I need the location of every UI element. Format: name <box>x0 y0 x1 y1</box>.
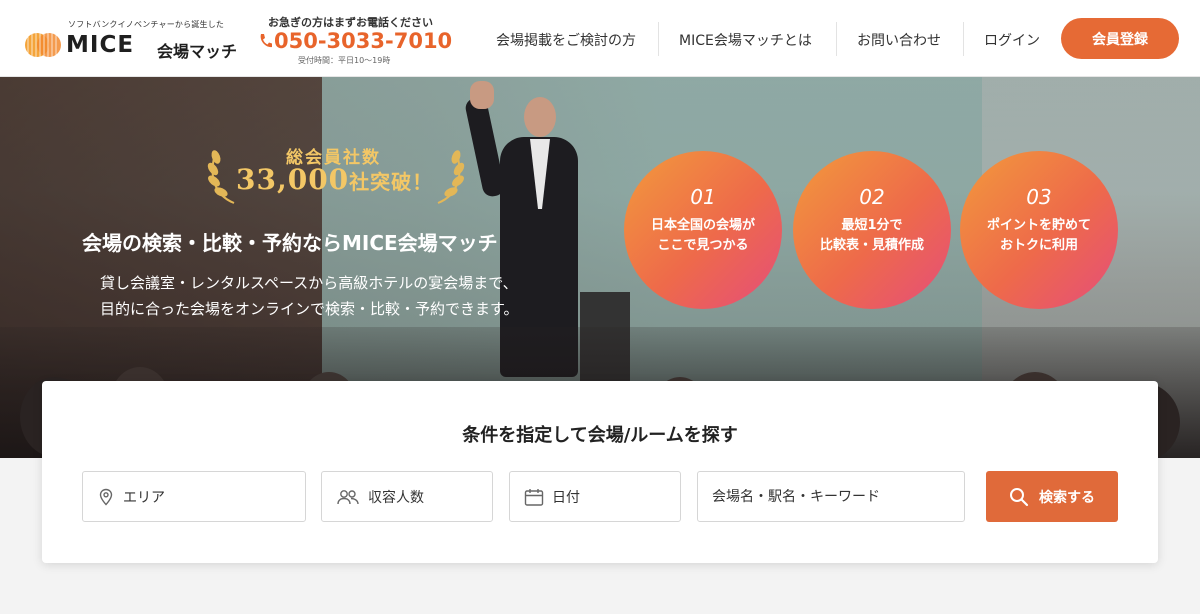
award-count: 33,000社突破！ <box>236 163 433 196</box>
nav-divider <box>836 22 837 56</box>
search-button-label: 検索する <box>1039 489 1095 506</box>
phone-icon <box>260 34 272 48</box>
feature-text-line: 日本全国の会場が <box>650 218 755 233</box>
nav-divider <box>963 22 964 56</box>
feature-number: 01 <box>690 185 716 209</box>
feature-text-line: おトクに利用 <box>999 238 1078 253</box>
logo-icon[interactable] <box>24 32 64 58</box>
phone-hours: 受付時間：平日10〜19時 <box>298 56 391 65</box>
people-icon <box>337 489 359 504</box>
search-button[interactable]: 検索する <box>986 471 1118 522</box>
feature-number: 02 <box>859 185 885 209</box>
feature-text-line: 比較表・見積作成 <box>819 238 924 253</box>
area-select-label: エリア <box>123 489 165 506</box>
date-picker-label: 日付 <box>552 489 580 506</box>
feature-text-line: 最短1分で <box>841 218 903 233</box>
capacity-select-label: 収容人数 <box>368 489 424 506</box>
award-count-number: 33,000 <box>236 163 350 196</box>
feature-number: 03 <box>1026 185 1052 209</box>
phone-number-text[interactable]: 050-3033-7010 <box>274 29 452 53</box>
nav-contact[interactable]: お問い合わせ <box>857 30 941 50</box>
map-pin-icon <box>99 488 113 506</box>
logo-tagline: ソフトバンクイノベンチャーから誕生した <box>68 20 225 29</box>
feature-text-line: ここで見つかる <box>657 238 749 253</box>
feature-circle-2: 02 最短1分で 比較表・見積作成 <box>793 151 951 309</box>
feature-text-line: ポイントを貯めて <box>986 218 1091 233</box>
area-select[interactable]: エリア <box>82 471 306 522</box>
feature-text: 最短1分で 比較表・見積作成 <box>793 216 951 256</box>
hero-description-line: 目的に合った会場をオンラインで検索・比較・予約できます。 <box>100 300 519 318</box>
nav-venue-listing[interactable]: 会場掲載をご検討の方 <box>496 30 636 50</box>
search-panel: 条件を指定して会場/ルームを探す エリア 収容人数 日付 会場名・駅名・キーワー… <box>42 381 1158 563</box>
search-icon <box>1010 487 1029 506</box>
keyword-field[interactable] <box>697 471 965 522</box>
signup-button[interactable]: 会員登録 <box>1061 18 1179 59</box>
speaker-image <box>524 97 556 137</box>
site-header: ソフトバンクイノベンチャーから誕生した MICE 会場マッチ お急ぎの方はまずお… <box>0 0 1200 77</box>
hero-title: 会場の検索・比較・予約ならMICE会場マッチ <box>82 231 498 255</box>
feature-circle-3: 03 ポイントを貯めて おトクに利用 <box>960 151 1118 309</box>
search-title: 条件を指定して会場/ルームを探す <box>462 425 738 446</box>
hero-description-line: 貸し会議室・レンタルスペースから高級ホテルの宴会場まで、 <box>100 274 518 292</box>
capacity-select[interactable]: 収容人数 <box>321 471 493 522</box>
keyword-input[interactable] <box>712 488 942 505</box>
phone-number[interactable]: 050-3033-7010 <box>258 29 452 53</box>
nav-about[interactable]: MICE会場マッチとは <box>679 30 812 50</box>
date-picker[interactable]: 日付 <box>509 471 681 522</box>
speaker-image <box>470 81 494 109</box>
phone-note: お急ぎの方はまずお電話ください <box>268 16 433 29</box>
feature-text: 日本全国の会場が ここで見つかる <box>624 216 782 256</box>
award-count-suffix: 社突破！ <box>349 170 434 194</box>
logo-subtext[interactable]: 会場マッチ <box>157 38 237 62</box>
logo-text[interactable]: MICE <box>66 32 134 58</box>
nav-divider <box>658 22 659 56</box>
laurel-right-icon <box>437 150 465 204</box>
hero-description: 貸し会議室・レンタルスペースから高級ホテルの宴会場まで、 目的に合った会場をオン… <box>100 270 519 322</box>
calendar-icon <box>524 488 544 506</box>
feature-text: ポイントを貯めて おトクに利用 <box>960 216 1118 256</box>
feature-circle-1: 01 日本全国の会場が ここで見つかる <box>624 151 782 309</box>
nav-login[interactable]: ログイン <box>984 30 1040 50</box>
